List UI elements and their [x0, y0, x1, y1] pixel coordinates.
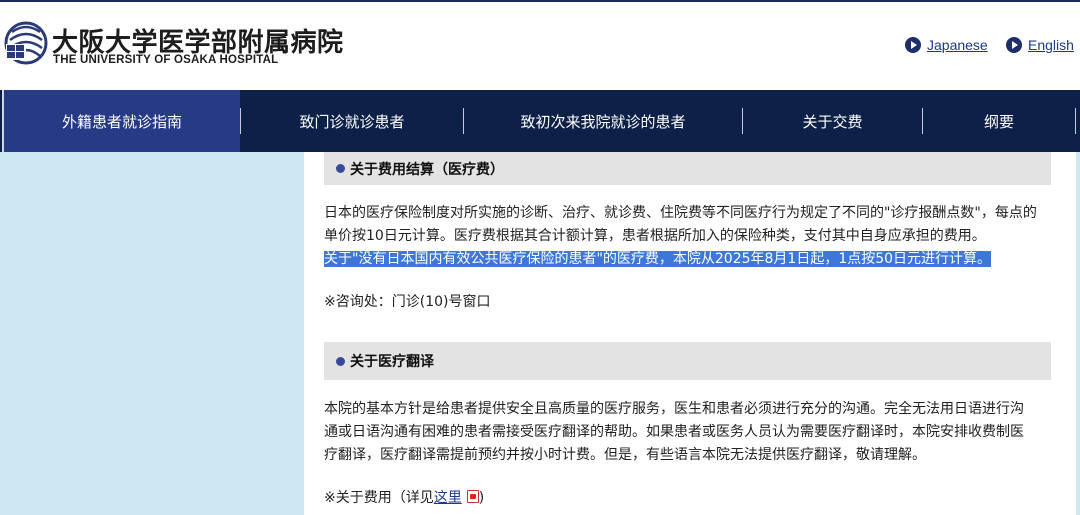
fee-line-highlighted: 关于"没有日本国内有效公共医疗保险的患者"的医疗费，本院从2025年8月1日起，… — [324, 251, 992, 267]
lang-japanese-link[interactable]: Japanese — [905, 37, 988, 53]
translation-paragraph: 本院的基本方针是给患者提供安全且高质量的医疗服务，医生和患者必须进行充分的沟通。… — [324, 398, 1054, 467]
nav-item-label[interactable]: 致门诊就诊患者 — [299, 111, 404, 132]
details-link[interactable]: 这里 — [434, 490, 462, 506]
section-heading-translation: 关于医疗翻译 — [324, 342, 1051, 380]
hospital-name-en[interactable]: THE UNIVERSITY OF OSAKA HOSPITAL — [53, 54, 278, 66]
fee-paragraph: 日本的医疗保险制度对所实施的诊断、治疗、就诊费、住院费等不同医疗行为规定了不同的… — [324, 202, 1054, 271]
pdf-icon[interactable] — [466, 490, 479, 503]
hospital-logo[interactable] — [2, 20, 50, 66]
note-prefix: ※关于费用（详见 — [324, 490, 434, 506]
nav-item-label[interactable]: 致初次来我院就诊的患者 — [520, 111, 685, 132]
nav-divider — [1075, 108, 1076, 134]
bullet-icon — [336, 164, 345, 173]
right-sidebar-background — [1076, 152, 1080, 515]
nav-item-outline[interactable]: 纲要 — [923, 90, 1075, 152]
main-nav: 外籍患者就诊指南 致门诊就诊患者 致初次来我院就诊的患者 关于交费 纲要 — [0, 90, 1080, 152]
nav-item-label[interactable]: 纲要 — [984, 111, 1014, 132]
translation-line-1: 本院的基本方针是给患者提供安全且高质量的医疗服务，医生和患者必须进行充分的沟通。… — [324, 401, 1024, 417]
lang-english-link[interactable]: English — [1006, 37, 1074, 53]
section-heading-label: 关于费用结算（医疗费） — [350, 161, 504, 178]
arrow-circle-icon — [1006, 37, 1022, 53]
left-sidebar-background — [0, 152, 304, 515]
translation-fee-note: ※关于费用（详见这里) — [324, 487, 484, 507]
nav-item-first-visit[interactable]: 致初次来我院就诊的患者 — [464, 90, 742, 152]
main-content: 关于费用结算（医疗费） 日本的医疗保险制度对所实施的诊断、治疗、就诊费、住院费等… — [304, 152, 1076, 515]
arrow-circle-icon — [905, 37, 921, 53]
site-header: 大阪大学医学部附属病院 THE UNIVERSITY OF OSAKA HOSP… — [0, 0, 1080, 90]
lang-japanese-label[interactable]: Japanese — [927, 37, 988, 53]
nav-item-label[interactable]: 关于交费 — [802, 111, 862, 132]
section-heading-fee: 关于费用结算（医疗费） — [324, 152, 1051, 185]
nav-item-payment[interactable]: 关于交费 — [743, 90, 922, 152]
section-heading-label: 关于医疗翻译 — [350, 354, 434, 370]
fee-line-2: 单价按10日元计算。医疗费根据其合计额计算，患者根据所加入的保险种类，支付其中自… — [324, 228, 986, 244]
fee-inquiry-note: ※咨询处：门诊(10)号窗口 — [324, 294, 491, 310]
nav-item-label[interactable]: 外籍患者就诊指南 — [62, 111, 182, 132]
bullet-icon — [336, 356, 345, 366]
nav-item-foreign-patients[interactable]: 外籍患者就诊指南 — [2, 90, 240, 152]
translation-line-2: 通或日语沟通有困难的患者需接受医疗翻译的帮助。如果患者或医务人员认为需要医疗翻译… — [324, 424, 1024, 440]
note-suffix: ) — [478, 490, 485, 506]
fee-line-1: 日本的医疗保险制度对所实施的诊断、治疗、就诊费、住院费等不同医疗行为规定了不同的… — [324, 205, 1037, 221]
translation-line-3: 疗翻译，医疗翻译需提前预约并按小时计费。但是，有些语言本院无法提供医疗翻译，敬请… — [324, 447, 926, 463]
nav-item-outpatients[interactable]: 致门诊就诊患者 — [241, 90, 463, 152]
lang-english-label[interactable]: English — [1028, 37, 1074, 53]
